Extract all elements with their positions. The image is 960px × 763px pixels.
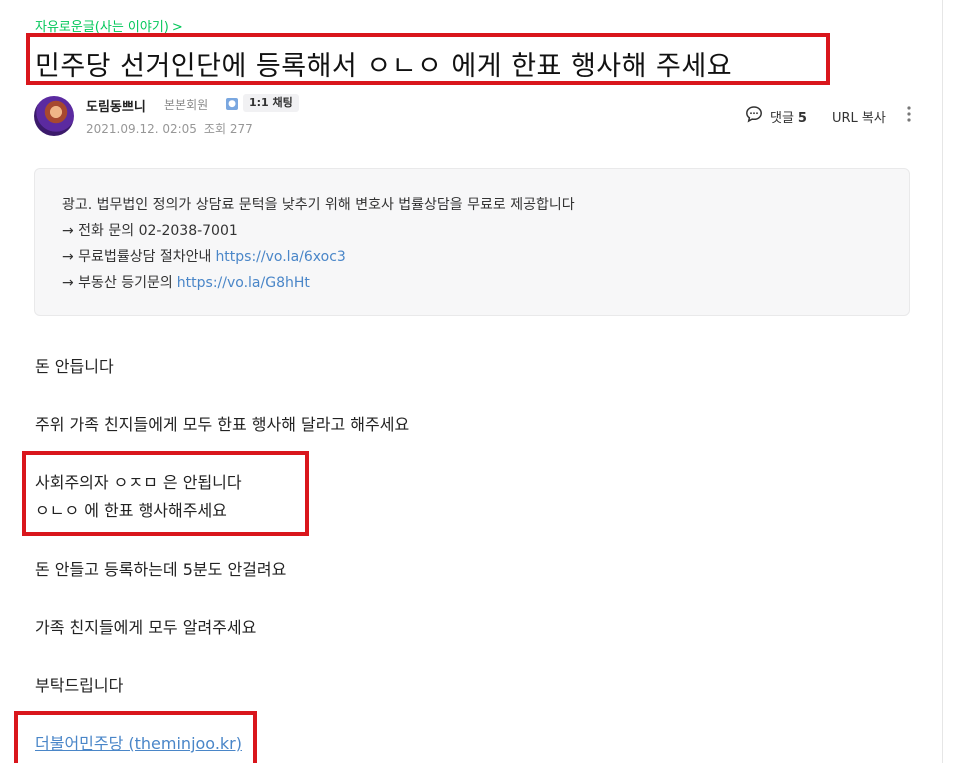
title-highlight-box (26, 33, 830, 85)
paragraph-highlight-box (22, 451, 309, 536)
ad-line: 광고. 법무법인 정의가 상담료 문턱을 낮추기 위해 변호사 법률상담을 무료… (62, 197, 575, 213)
avatar[interactable] (34, 96, 74, 136)
body-paragraph: 돈 안들고 등록하는데 5분도 안걸려요 (35, 560, 287, 579)
ad-link[interactable]: https://vo.la/6xoc3 (215, 249, 345, 265)
comment-label: 댓글 (770, 111, 794, 126)
ad-line: → 부동산 등기문의 https://vo.la/G8hHt (62, 272, 310, 292)
chat-button[interactable]: 1:1 채팅 (243, 94, 299, 112)
ad-link[interactable]: https://vo.la/G8hHt (177, 275, 310, 291)
body-paragraph: 부탁드립니다 (35, 676, 124, 695)
ad-line-text: → 부동산 등기문의 (62, 275, 173, 291)
comment-button[interactable]: 댓글 5 (770, 107, 807, 126)
ad-line: → 무료법률상담 절차안내 https://vo.la/6xoc3 (62, 246, 346, 266)
more-vertical-icon[interactable] (904, 104, 914, 124)
ad-line: → 전화 문의 02-2038-7001 (62, 223, 238, 239)
comment-count: 5 (797, 111, 807, 126)
post-date: 2021.09.12. 02:05 (86, 122, 197, 136)
body-paragraph: 가족 친지들에게 모두 알려주세요 (35, 618, 257, 637)
view-count: 조회 277 (203, 122, 253, 136)
url-copy-button[interactable]: URL 복사 (832, 107, 886, 126)
ad-line-text: → 무료법률상담 절차안내 (62, 249, 212, 265)
member-badge-icon: ● (226, 98, 238, 110)
comment-icon[interactable] (745, 105, 763, 123)
author-name[interactable]: 도림동쁘니 (86, 96, 146, 115)
body-paragraph: 돈 안듭니다 (35, 357, 114, 376)
post-meta: 2021.09.12. 02:05 조회 277 (86, 120, 253, 137)
link-highlight-box (14, 711, 257, 763)
ad-box (34, 168, 910, 316)
scrollbar-track[interactable] (942, 0, 943, 763)
body-paragraph: 주위 가족 친지들에게 모두 한표 행사해 달라고 해주세요 (35, 415, 410, 434)
member-rank: 본본회원 (164, 98, 209, 112)
